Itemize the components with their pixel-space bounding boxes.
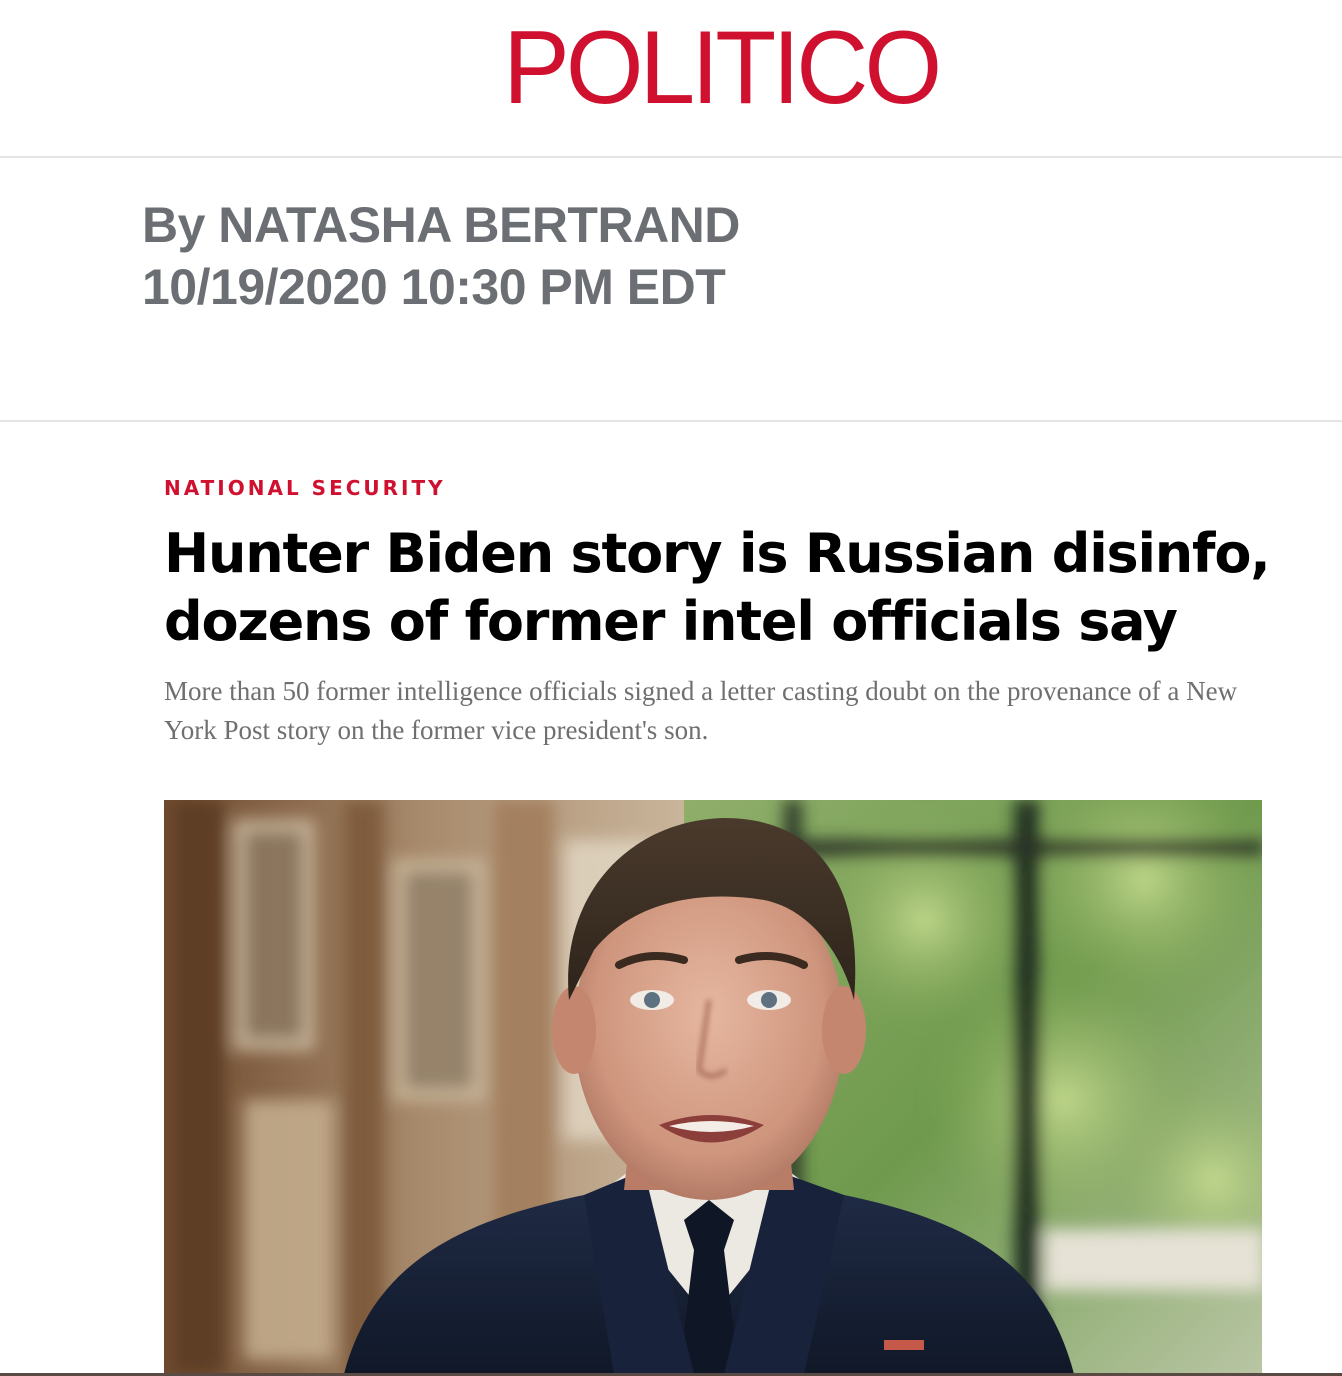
headline-line-2: dozens of former intel officials say [164,590,1178,653]
section-label[interactable]: NATIONAL SECURITY [164,476,446,500]
author-name[interactable]: By NATASHA BERTRAND [142,194,740,256]
byline-section: By NATASHA BERTRAND 10/19/2020 10:30 PM … [0,158,1342,422]
politico-logo[interactable]: POLITICO [503,16,942,120]
publish-timestamp: 10/19/2020 10:30 PM EDT [142,259,726,315]
byline: By NATASHA BERTRAND 10/19/2020 10:30 PM … [142,194,740,318]
article-dek: More than 50 former intelligence officia… [164,676,1238,745]
masthead: POLITICO [0,0,1342,158]
hero-photo-illustration [164,800,1262,1374]
headline-line-1: Hunter Biden story is Russian disinfo, [164,522,1271,585]
hero-photo[interactable] [164,800,1262,1374]
article-headline: Hunter Biden story is Russian disinfo, d… [164,520,1304,656]
